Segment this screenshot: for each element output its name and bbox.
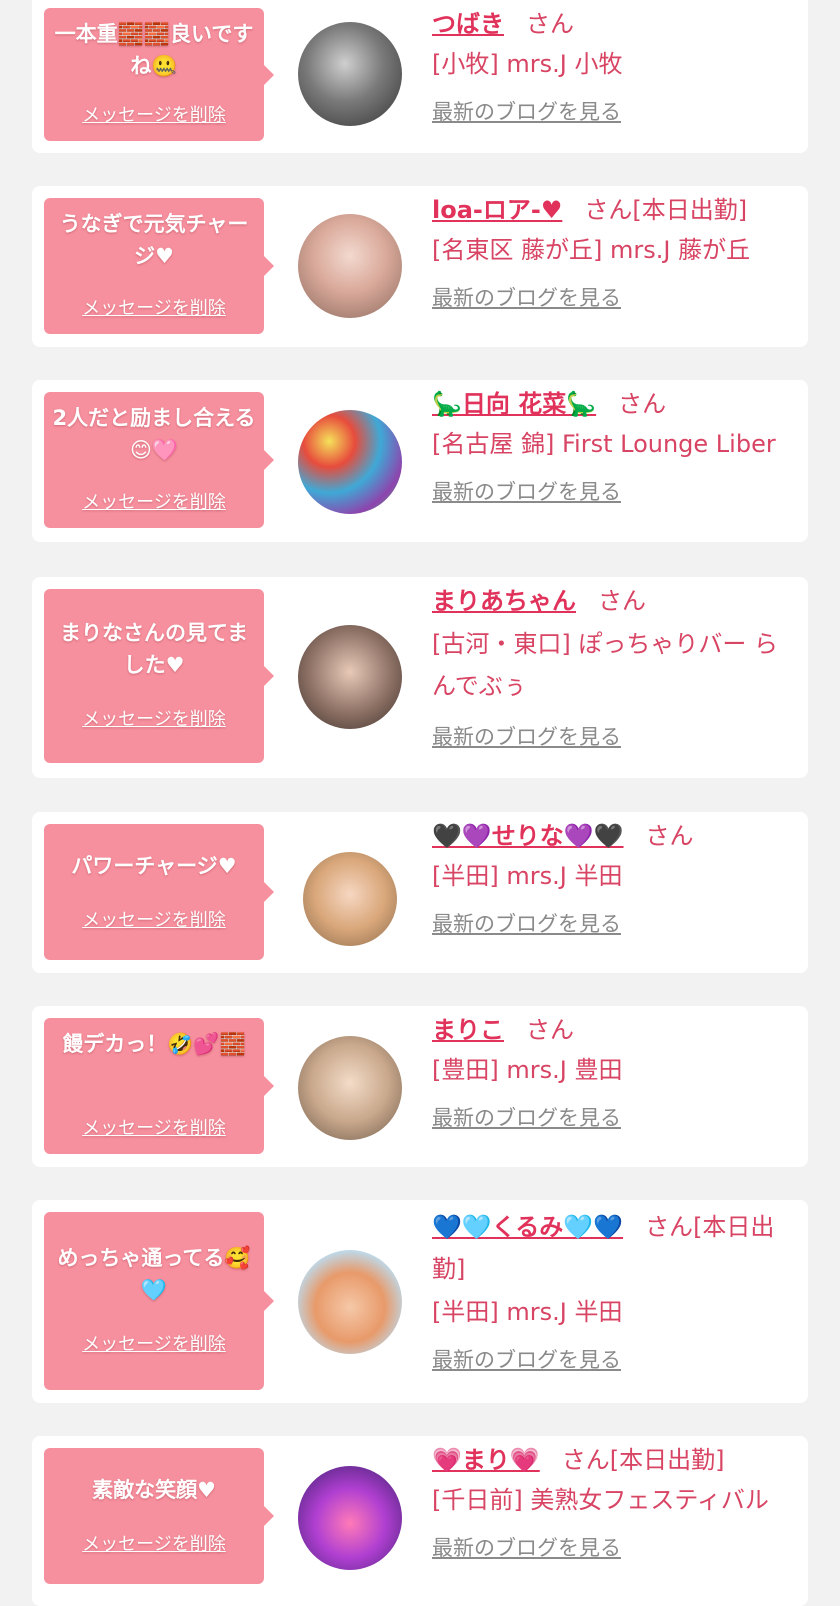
view-latest-blog-link[interactable]: 最新のブログを見る: [432, 96, 621, 126]
honorific: さん: [645, 822, 694, 850]
cast-name-link[interactable]: 💗まり💗: [432, 1446, 540, 1474]
delete-message-link[interactable]: メッセージを削除: [44, 906, 264, 932]
cast-info: まりあちゃん さん [古河・東口] ぽっちゃりバー らんでぶぅ 最新のブログを見る: [432, 583, 796, 751]
status-text: [本日出勤]: [632, 196, 748, 224]
cast-info: loa-ロア-♥ さん[本日出勤] [名東区 藤が丘] mrs.J 藤が丘 最新の…: [432, 192, 796, 312]
shop-name: [小牧] mrs.J 小牧: [432, 50, 623, 78]
avatar[interactable]: [298, 22, 402, 126]
honorific: さん: [645, 1213, 694, 1241]
name-line: まりあちゃん さん: [432, 583, 796, 619]
status-text: [本日出勤]: [609, 1446, 725, 1474]
message-card: 饅デカっ！🤣💕🧱 メッセージを削除 まりこ さん [豊田] mrs.J 豊田 最新…: [32, 1006, 808, 1167]
delete-message-link[interactable]: メッセージを削除: [44, 1530, 264, 1556]
shop-name: [名東区 藤が丘] mrs.J 藤が丘: [432, 236, 751, 264]
message-text: 2人だと励まし合える😊🩷: [52, 406, 256, 462]
message-card: めっちゃ通ってる🥰🩵 メッセージを削除 💙🩵くるみ🩵💙 さん[本日出勤] [半田]…: [32, 1200, 808, 1403]
name-line: 💗まり💗 さん[本日出勤]: [432, 1442, 796, 1478]
message-text: うなぎで元気チャージ♥: [59, 212, 249, 268]
view-latest-blog-link[interactable]: 最新のブログを見る: [432, 1102, 621, 1132]
message-text: 素敵な笑顔♥: [92, 1478, 216, 1502]
message-card: 一本重🧱🧱良いですね🤐 メッセージを削除 つばき さん [小牧] mrs.J 小牧…: [32, 0, 808, 153]
delete-message-link[interactable]: メッセージを削除: [44, 1330, 264, 1356]
message-card: 2人だと励まし合える😊🩷 メッセージを削除 🦕日向 花菜🦕 さん [名古屋 錦] …: [32, 380, 808, 542]
message-text: パワーチャージ♥: [71, 854, 237, 878]
cast-name-link[interactable]: loa-ロア-♥: [432, 196, 562, 224]
honorific: さん: [598, 587, 646, 615]
avatar[interactable]: [298, 214, 402, 318]
message-text: まりなさんの見てました♥: [60, 621, 248, 677]
cast-name-link[interactable]: まりあちゃん: [432, 587, 576, 615]
view-latest-blog-link[interactable]: 最新のブログを見る: [432, 1344, 621, 1374]
name-line: まりこ さん: [432, 1012, 796, 1048]
shop-name: [名古屋 錦] First Lounge Liber: [432, 430, 776, 458]
message-text: めっちゃ通ってる🥰🩵: [57, 1246, 251, 1302]
cast-name-link[interactable]: つばき: [432, 10, 504, 38]
delete-message-link[interactable]: メッセージを削除: [44, 101, 264, 127]
honorific: さん: [584, 196, 633, 224]
message-bubble: 饅デカっ！🤣💕🧱 メッセージを削除: [44, 1018, 274, 1154]
avatar[interactable]: [298, 410, 402, 514]
name-line: 🖤💜せりな💜🖤 さん: [432, 818, 796, 854]
view-latest-blog-link[interactable]: 最新のブログを見る: [432, 721, 621, 751]
message-text: 一本重🧱🧱良いですね🤐: [54, 22, 254, 78]
message-card: うなぎで元気チャージ♥ メッセージを削除 loa-ロア-♥ さん[本日出勤] [名…: [32, 186, 808, 347]
honorific: さん: [526, 1016, 574, 1044]
message-bubble: まりなさんの見てました♥ メッセージを削除: [44, 589, 274, 763]
delete-message-link[interactable]: メッセージを削除: [44, 294, 264, 320]
shop-name: [古河・東口] ぽっちゃりバー らんでぶぅ: [432, 630, 778, 700]
message-card: パワーチャージ♥ メッセージを削除 🖤💜せりな💜🖤 さん [半田] mrs.J 半…: [32, 812, 808, 973]
avatar[interactable]: [298, 1036, 402, 1140]
message-bubble: 素敵な笑顔♥ メッセージを削除: [44, 1448, 274, 1584]
cast-info: 💙🩵くるみ🩵💙 さん[本日出勤] [半田] mrs.J 半田 最新のブログを見る: [432, 1206, 796, 1374]
shop-name: [半田] mrs.J 半田: [432, 862, 623, 890]
delete-message-link[interactable]: メッセージを削除: [44, 705, 264, 731]
cast-info: 🦕日向 花菜🦕 さん [名古屋 錦] First Lounge Liber 最新の…: [432, 386, 796, 506]
shop-name: [千日前] 美熟女フェスティバル: [432, 1486, 769, 1514]
cast-info: 🖤💜せりな💜🖤 さん [半田] mrs.J 半田 最新のブログを見る: [432, 818, 796, 938]
delete-message-link[interactable]: メッセージを削除: [44, 1114, 264, 1140]
message-bubble: 一本重🧱🧱良いですね🤐 メッセージを削除: [44, 8, 274, 141]
message-bubble: うなぎで元気チャージ♥ メッセージを削除: [44, 198, 274, 334]
avatar[interactable]: [298, 1250, 402, 1354]
cast-name-link[interactable]: まりこ: [432, 1016, 504, 1044]
message-card: まりなさんの見てました♥ メッセージを削除 まりあちゃん さん [古河・東口] ぽ…: [32, 577, 808, 778]
view-latest-blog-link[interactable]: 最新のブログを見る: [432, 908, 621, 938]
shop-name: [豊田] mrs.J 豊田: [432, 1056, 623, 1084]
shop-name: [半田] mrs.J 半田: [432, 1298, 623, 1326]
cast-name-link[interactable]: 💙🩵くるみ🩵💙: [432, 1213, 623, 1241]
message-bubble: 2人だと励まし合える😊🩷 メッセージを削除: [44, 392, 274, 528]
message-card: 素敵な笑顔♥ メッセージを削除 💗まり💗 さん[本日出勤] [千日前] 美熟女フェ…: [32, 1436, 808, 1606]
message-bubble: パワーチャージ♥ メッセージを削除: [44, 824, 274, 960]
message-bubble: めっちゃ通ってる🥰🩵 メッセージを削除: [44, 1212, 274, 1390]
avatar[interactable]: [303, 852, 397, 946]
cast-info: まりこ さん [豊田] mrs.J 豊田 最新のブログを見る: [432, 1012, 796, 1132]
view-latest-blog-link[interactable]: 最新のブログを見る: [432, 282, 621, 312]
honorific: さん: [618, 390, 667, 418]
cast-info: 💗まり💗 さん[本日出勤] [千日前] 美熟女フェスティバル 最新のブログを見る: [432, 1442, 796, 1562]
cast-info: つばき さん [小牧] mrs.J 小牧 最新のブログを見る: [432, 6, 796, 126]
message-text: 饅デカっ！🤣💕🧱: [62, 1032, 246, 1056]
name-line: 🦕日向 花菜🦕 さん: [432, 386, 796, 422]
name-line: 💙🩵くるみ🩵💙 さん[本日出勤]: [432, 1206, 796, 1290]
avatar[interactable]: [298, 1466, 402, 1570]
avatar[interactable]: [298, 625, 402, 729]
view-latest-blog-link[interactable]: 最新のブログを見る: [432, 1532, 621, 1562]
cast-name-link[interactable]: 🦕日向 花菜🦕: [432, 390, 596, 418]
view-latest-blog-link[interactable]: 最新のブログを見る: [432, 476, 621, 506]
name-line: loa-ロア-♥ さん[本日出勤]: [432, 192, 796, 228]
name-line: つばき さん: [432, 6, 796, 42]
delete-message-link[interactable]: メッセージを削除: [44, 488, 264, 514]
cast-name-link[interactable]: 🖤💜せりな💜🖤: [432, 822, 624, 850]
honorific: さん: [526, 10, 574, 38]
honorific: さん: [561, 1446, 610, 1474]
